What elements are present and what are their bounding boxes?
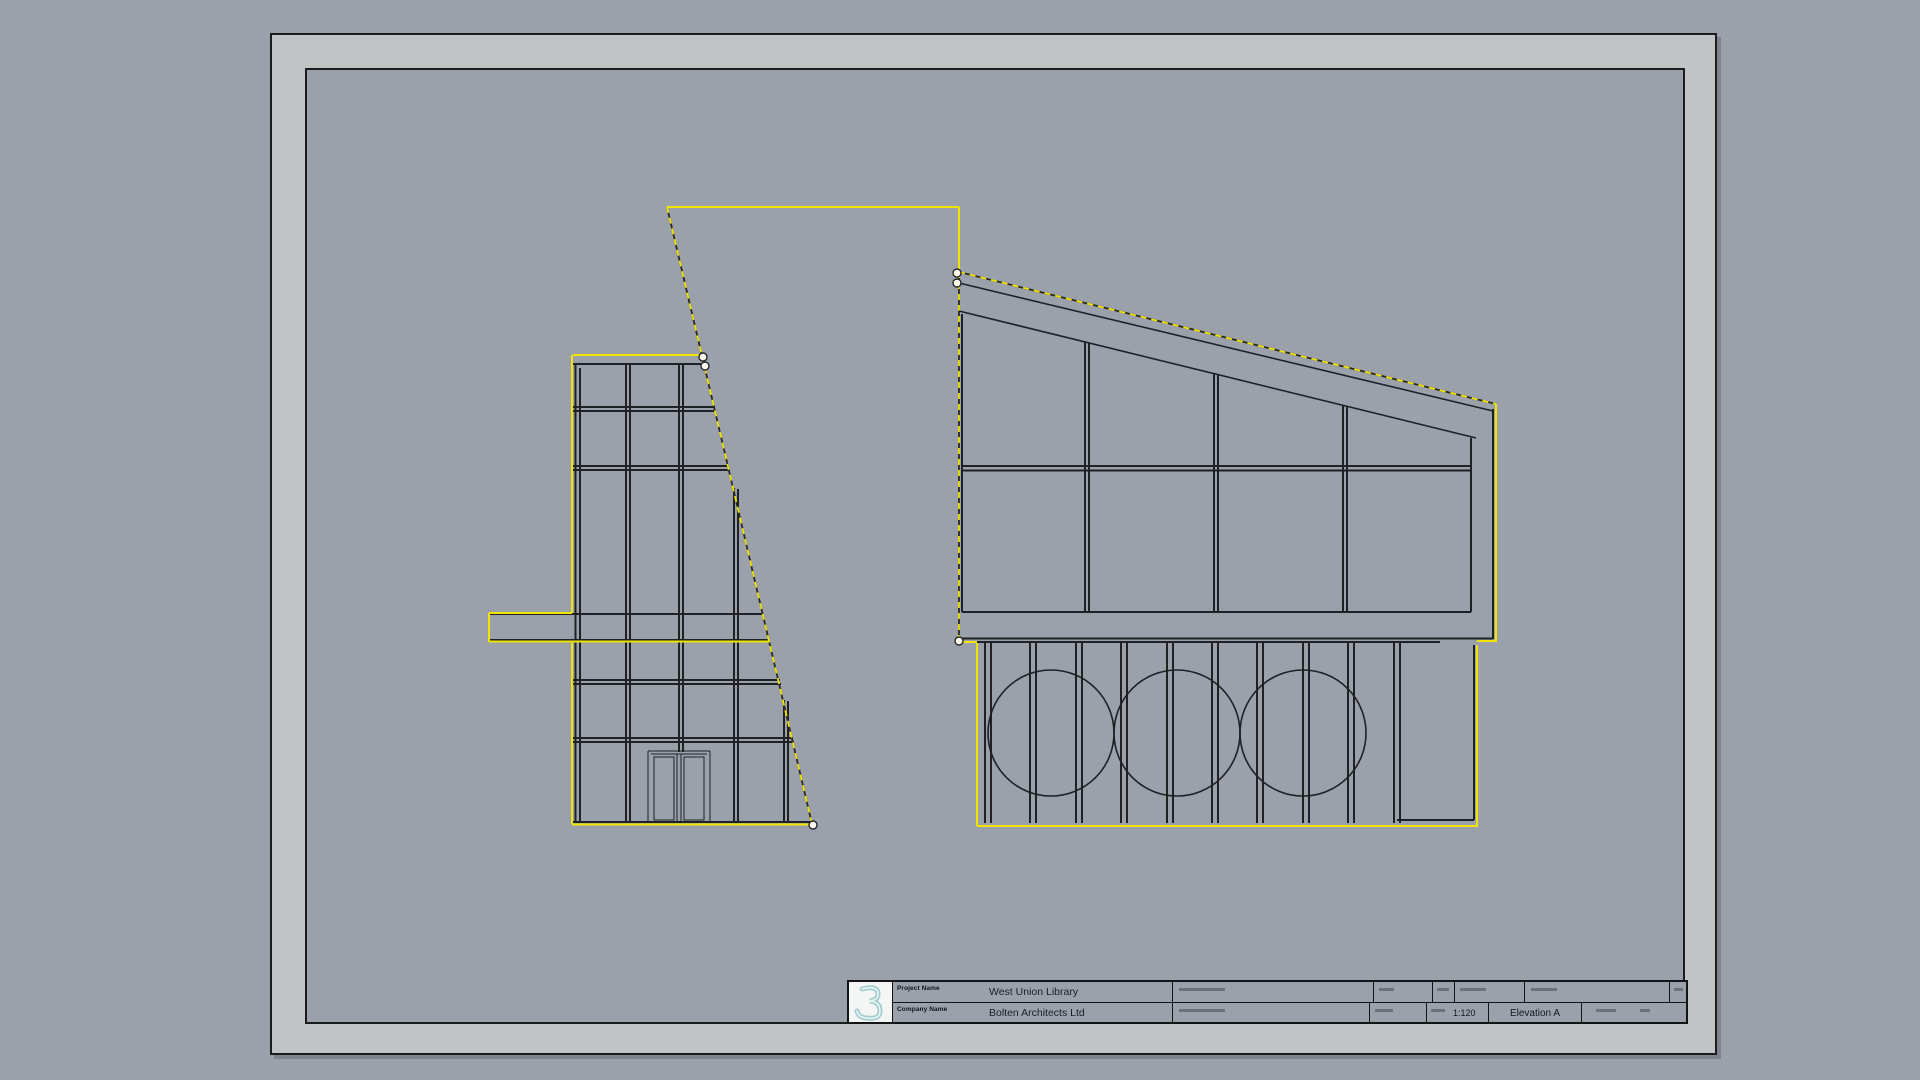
title-block-field bbox=[1670, 982, 1687, 1002]
project-name-label: Project Name bbox=[897, 985, 940, 992]
elevation-drawing bbox=[0, 0, 1920, 1080]
selection-grip bbox=[955, 637, 963, 645]
selection-grip bbox=[953, 269, 961, 277]
title-block-row-project: Project Name West Union Library bbox=[892, 982, 1687, 1002]
title-block-field bbox=[1370, 1003, 1427, 1023]
company-name-value: Bolten Architects Ltd bbox=[989, 1007, 1085, 1019]
title-block-field bbox=[1525, 982, 1670, 1002]
sheet-name-cell: Elevation A bbox=[1489, 1003, 1582, 1023]
selection-grip bbox=[701, 362, 709, 370]
scale-cell: 1:120 bbox=[1427, 1003, 1489, 1023]
entry-door[interactable] bbox=[648, 751, 710, 822]
cad-application-canvas: { "title_block": { "project_label": "Pro… bbox=[0, 0, 1920, 1080]
selected-center-massing[interactable] bbox=[489, 207, 959, 825]
facade-circle bbox=[1114, 670, 1240, 796]
selection-grip bbox=[809, 821, 817, 829]
right-building-selection[interactable] bbox=[959, 272, 1497, 826]
logo-mark bbox=[849, 982, 892, 1022]
company-name-label: Company Name bbox=[897, 1006, 947, 1013]
right-building-elevation[interactable] bbox=[959, 283, 1493, 823]
drawing-scale: 1:120 bbox=[1453, 1008, 1476, 1018]
sheet-name: Elevation A bbox=[1489, 1008, 1581, 1019]
company-logo bbox=[849, 982, 893, 1022]
title-block-field bbox=[1433, 982, 1455, 1002]
project-name-cell: Project Name West Union Library bbox=[892, 982, 1173, 1002]
title-block-field bbox=[1582, 1003, 1687, 1023]
title-block: Project Name West Union Library Company … bbox=[847, 980, 1688, 1024]
title-block-field bbox=[1173, 1003, 1370, 1023]
company-name-cell: Company Name Bolten Architects Ltd bbox=[892, 1003, 1173, 1023]
project-name-value: West Union Library bbox=[989, 986, 1078, 998]
facade-circle bbox=[988, 670, 1114, 796]
title-block-row-company: Company Name Bolten Architects Ltd 1:120… bbox=[892, 1002, 1687, 1023]
title-block-field bbox=[1374, 982, 1433, 1002]
title-block-field bbox=[1173, 982, 1374, 1002]
left-tower-elevation[interactable] bbox=[489, 364, 810, 822]
selection-grip bbox=[953, 279, 961, 287]
selection-grip bbox=[699, 353, 707, 361]
title-block-field bbox=[1455, 982, 1525, 1002]
